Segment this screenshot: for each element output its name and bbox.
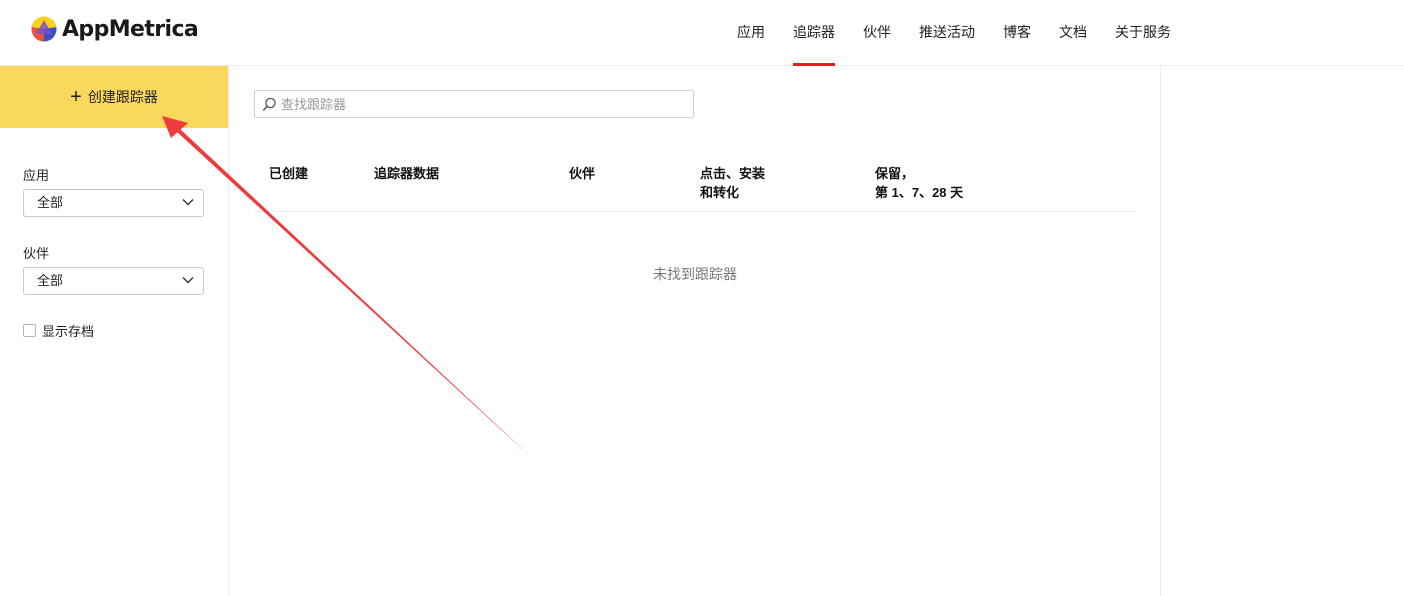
nav-item-about[interactable]: 关于服务 <box>1101 0 1185 66</box>
partner-filter-value: 全部 <box>37 273 64 288</box>
column-header-created[interactable]: 已创建 <box>269 164 308 183</box>
create-tracker-label: 创建跟踪器 <box>87 89 158 105</box>
show-archive-toggle[interactable]: 显示存档 <box>23 321 94 340</box>
main-content: 已创建 追踪器数据 伙伴 点击、安装 和转化 保留， 第 1、7、28 天 未找… <box>229 66 1161 596</box>
top-header: AppMetrica 应用 追踪器 伙伴 推送活动 博客 文档 关于服务 <box>0 0 1404 66</box>
create-tracker-button[interactable]: + 创建跟踪器 <box>0 66 228 128</box>
main-nav: 应用 追踪器 伙伴 推送活动 博客 文档 关于服务 <box>723 0 1185 66</box>
partner-filter-label: 伙伴 <box>23 246 50 261</box>
app-filter-select[interactable]: 全部 <box>23 189 204 217</box>
table-header: 已创建 追踪器数据 伙伴 点击、安装 和转化 保留， 第 1、7、28 天 <box>254 162 1136 212</box>
nav-item-docs[interactable]: 文档 <box>1045 0 1101 66</box>
app-filter-label: 应用 <box>23 168 50 183</box>
search-input[interactable] <box>281 91 686 117</box>
nav-item-trackers[interactable]: 追踪器 <box>779 0 849 66</box>
plus-icon: + <box>70 86 82 108</box>
nav-item-apps[interactable]: 应用 <box>723 0 779 66</box>
app-filter-value: 全部 <box>37 195 64 210</box>
tracker-search[interactable] <box>254 90 694 118</box>
nav-item-push-campaigns[interactable]: 推送活动 <box>905 0 989 66</box>
empty-state-message: 未找到跟踪器 <box>653 266 737 282</box>
filter-sidebar: + 创建跟踪器 应用 全部 伙伴 全部 显示存档 <box>0 66 229 596</box>
column-header-retention[interactable]: 保留， 第 1、7、28 天 <box>875 164 963 202</box>
show-archive-checkbox[interactable] <box>23 324 36 337</box>
appmetrica-logo-icon <box>31 16 57 42</box>
right-panel-divider <box>1160 66 1161 596</box>
chevron-down-icon <box>182 277 194 284</box>
nav-item-blog[interactable]: 博客 <box>989 0 1045 66</box>
brand-logo[interactable]: AppMetrica <box>31 15 199 43</box>
nav-item-partners[interactable]: 伙伴 <box>849 0 905 66</box>
chevron-down-icon <box>182 199 194 206</box>
column-header-tracker-data[interactable]: 追踪器数据 <box>374 164 439 183</box>
search-icon <box>262 97 276 112</box>
show-archive-label: 显示存档 <box>42 324 95 339</box>
partner-filter-select[interactable]: 全部 <box>23 267 204 295</box>
column-header-clicks-installs[interactable]: 点击、安装 和转化 <box>700 164 765 202</box>
brand-name: AppMetrica <box>62 16 199 42</box>
column-header-partner[interactable]: 伙伴 <box>569 164 595 183</box>
